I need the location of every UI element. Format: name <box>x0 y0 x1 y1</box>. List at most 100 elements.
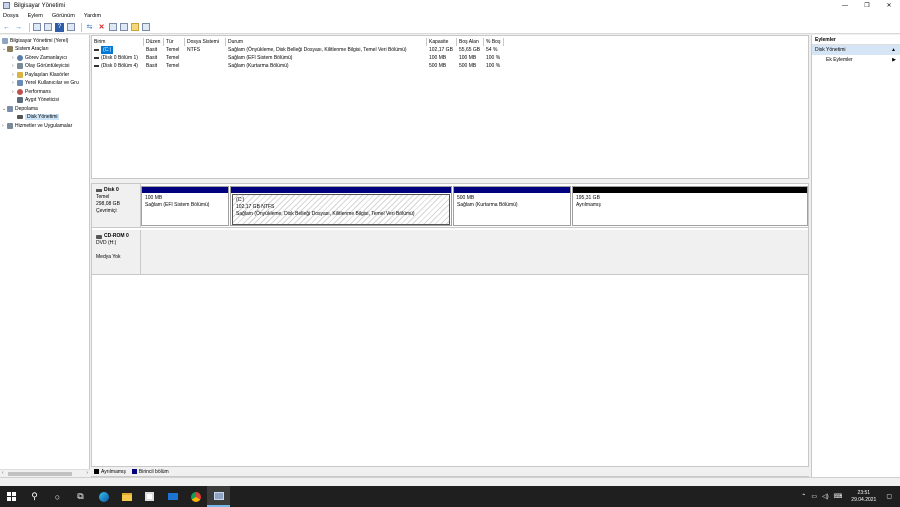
cortana-icon[interactable]: ○ <box>46 486 69 507</box>
delete-icon[interactable]: ✕ <box>97 23 106 32</box>
computer-management-icon <box>2 38 8 44</box>
legend-label: Birincil bölüm <box>138 468 169 475</box>
close-button[interactable]: ✕ <box>878 0 900 11</box>
scroll-right-icon[interactable]: › <box>86 470 88 476</box>
disk-row-disk-0[interactable]: Disk 0 Temel 298,08 GB Çevrimiçi 100 MB … <box>92 184 808 228</box>
cell-dosya-sistemi <box>185 62 226 70</box>
task-view-icon[interactable]: ⧉ <box>69 486 92 507</box>
more-actions-label: Ek Eylemler <box>826 57 853 63</box>
tree-item-aygit-yoneticisi[interactable]: Aygıt Yöneticisi <box>12 96 59 104</box>
column-header-birim[interactable]: Birim <box>92 38 144 46</box>
partition-status: Sağlam (Önyükleme, Disk Belleği Dosyası,… <box>236 211 415 217</box>
tree-item-paylasilan-klasorler[interactable]: › Paylaşılan Klasörler <box>12 71 69 79</box>
menu-eylem[interactable]: Eylem <box>28 13 43 19</box>
event-viewer-icon <box>17 63 23 69</box>
help-icon[interactable]: ? <box>55 22 64 32</box>
partition-efi[interactable]: 100 MB Sağlam (EFI Sistem Bölümü) <box>141 186 229 226</box>
partition-body: 195,31 GB Ayrılmamış <box>573 193 807 211</box>
file-explorer-icon[interactable] <box>115 486 138 507</box>
toolbar: ← → ? ⇆ ✕ <box>0 21 900 34</box>
column-header-dosya-sistemi[interactable]: Dosya Sistemi <box>185 38 226 46</box>
table-row[interactable]: (C:) Basit Temel NTFS Sağlam (Önyükleme,… <box>92 46 504 54</box>
actions-section-label: Disk Yönetimi <box>815 47 846 53</box>
settings-icon[interactable] <box>142 23 150 31</box>
up-folder-icon[interactable] <box>33 23 41 31</box>
rescan-icon[interactable] <box>109 23 117 31</box>
collapse-up-icon[interactable]: ▲ <box>891 45 896 55</box>
tree-horizontal-scrollbar[interactable]: ‹ › <box>0 469 90 477</box>
cell-bos-alan: 55,65 GB <box>459 47 481 53</box>
tree-item-yerel-kullanicilar[interactable]: › Yerel Kullanıcılar ve Gru <box>12 79 79 87</box>
maximize-button[interactable]: ❐ <box>856 0 878 11</box>
more-actions-link[interactable]: Ek Eylemler ▶ <box>812 55 900 66</box>
notification-icon[interactable]: ▢ <box>886 493 892 500</box>
folder-icon[interactable] <box>131 23 139 31</box>
table-row[interactable]: (Disk 0 Bölüm 1) Basit Temel Sağlam (EFI… <box>92 54 504 62</box>
volume-icon <box>94 49 99 51</box>
minimize-button[interactable]: — <box>834 0 856 11</box>
chrome-icon[interactable] <box>184 486 207 507</box>
disk-type: DVD (H:) <box>96 240 117 246</box>
clock[interactable]: 23:51 29.04.2021 <box>851 490 876 504</box>
tree-root[interactable]: Bilgisayar Yönetimi (Yerel) <box>2 37 68 45</box>
mail-icon[interactable] <box>161 486 184 507</box>
actions-header: Eylemler <box>812 35 900 45</box>
partition-c[interactable]: (C:) 102,17 GB NTFS Sağlam (Önyükleme, D… <box>230 186 452 226</box>
tree-item-depolama[interactable]: ⌄ Depolama <box>2 105 38 113</box>
back-arrow-icon[interactable]: ← <box>2 23 11 32</box>
cell-bos-alan: 100 MB <box>459 55 477 61</box>
disk-size: 298,08 GB <box>96 201 120 207</box>
tree-item-sistem-araclari[interactable]: ⌄ Sistem Araçları <box>2 45 49 53</box>
system-tray: ⌃ ▭ ◁) ⌨ 23:51 29.04.2021 ▢ <box>801 486 900 507</box>
partition-unallocated[interactable]: 195,31 GB Ayrılmamış <box>572 186 808 226</box>
store-icon[interactable] <box>138 486 161 507</box>
tree-item-label: Disk Yönetimi <box>25 114 60 120</box>
tree-item-gorev-zamanlayici[interactable]: › Görev Zamanlayıcı <box>12 54 67 62</box>
menu-yardim[interactable]: Yardım <box>84 13 101 19</box>
tree-item-performans[interactable]: › Performans <box>12 88 51 96</box>
tree-item-disk-yonetimi[interactable]: Disk Yönetimi <box>12 113 60 121</box>
ime-icon[interactable]: ⌨ <box>834 493 843 500</box>
toolbar-separator <box>81 22 82 32</box>
search-icon[interactable]: ⚲ <box>23 486 46 507</box>
cell-yuzde-bos: 54 % <box>486 47 498 53</box>
disk-map: Disk 0 Temel 298,08 GB Çevrimiçi 100 MB … <box>91 183 809 477</box>
disk-label[interactable]: Disk 0 Temel 298,08 GB Çevrimiçi <box>92 184 141 227</box>
cell-dosya-sistemi: NTFS <box>187 47 201 53</box>
partition-body: 100 MB Sağlam (EFI Sistem Bölümü) <box>142 193 228 211</box>
actions-section-disk-yonetimi[interactable]: Disk Yönetimi ▲ <box>812 45 900 55</box>
column-header-bos-alan[interactable]: Boş Alan <box>457 38 484 46</box>
column-header-tur[interactable]: Tür <box>164 38 185 46</box>
start-icon[interactable] <box>0 486 23 507</box>
cell-birim: (C:) <box>92 46 144 54</box>
cell-birim: (Disk 0 Bölüm 1) <box>92 54 144 62</box>
cell-kapasite: 500 MB <box>429 63 447 69</box>
menu-gorunum[interactable]: Görünüm <box>52 13 75 19</box>
disk-row-cdrom-0[interactable]: CD-ROM 0 DVD (H:) Medya Yok <box>92 230 808 275</box>
column-header-yuzde-bos[interactable]: % Boş <box>484 38 504 46</box>
shared-folder-icon <box>17 72 23 78</box>
scroll-left-icon[interactable]: ‹ <box>2 470 4 476</box>
column-header-kapasite[interactable]: Kapasite <box>427 38 457 46</box>
network-icon[interactable]: ▭ <box>811 493 817 500</box>
properties-icon[interactable] <box>67 23 75 31</box>
export-icon[interactable] <box>120 23 128 31</box>
console-tree-icon[interactable] <box>44 23 52 31</box>
column-header-duzen[interactable]: Düzen <box>144 38 164 46</box>
disk-media: Medya Yok <box>96 254 121 260</box>
connect-icon[interactable]: ⇆ <box>85 23 94 32</box>
disk-label[interactable]: CD-ROM 0 DVD (H:) Medya Yok <box>92 230 141 274</box>
tree-item-olay-goruntuleyicisi[interactable]: › Olay Görüntüleyicisi <box>12 62 69 70</box>
column-header-durum[interactable]: Durum <box>226 38 427 46</box>
volume-icon[interactable]: ◁) <box>822 493 829 500</box>
partition-recovery[interactable]: 500 MB Sağlam (Kurtarma Bölümü) <box>453 186 571 226</box>
menu-dosya[interactable]: Dosya <box>3 13 19 19</box>
computer-management-icon[interactable] <box>207 486 230 507</box>
tree-item-hizmetler[interactable]: › Hizmetler ve Uygulamalar <box>2 122 72 130</box>
table-row[interactable]: (Disk 0 Bölüm 4) Basit Temel Sağlam (Kur… <box>92 62 504 70</box>
edge-icon[interactable] <box>92 486 115 507</box>
tray-chevron-up-icon[interactable]: ⌃ <box>801 493 806 500</box>
volume-list-header: Birim Düzen Tür Dosya Sistemi Durum Kapa… <box>92 38 504 46</box>
scrollbar-thumb[interactable] <box>8 472 72 476</box>
forward-arrow-icon[interactable]: → <box>14 23 23 32</box>
